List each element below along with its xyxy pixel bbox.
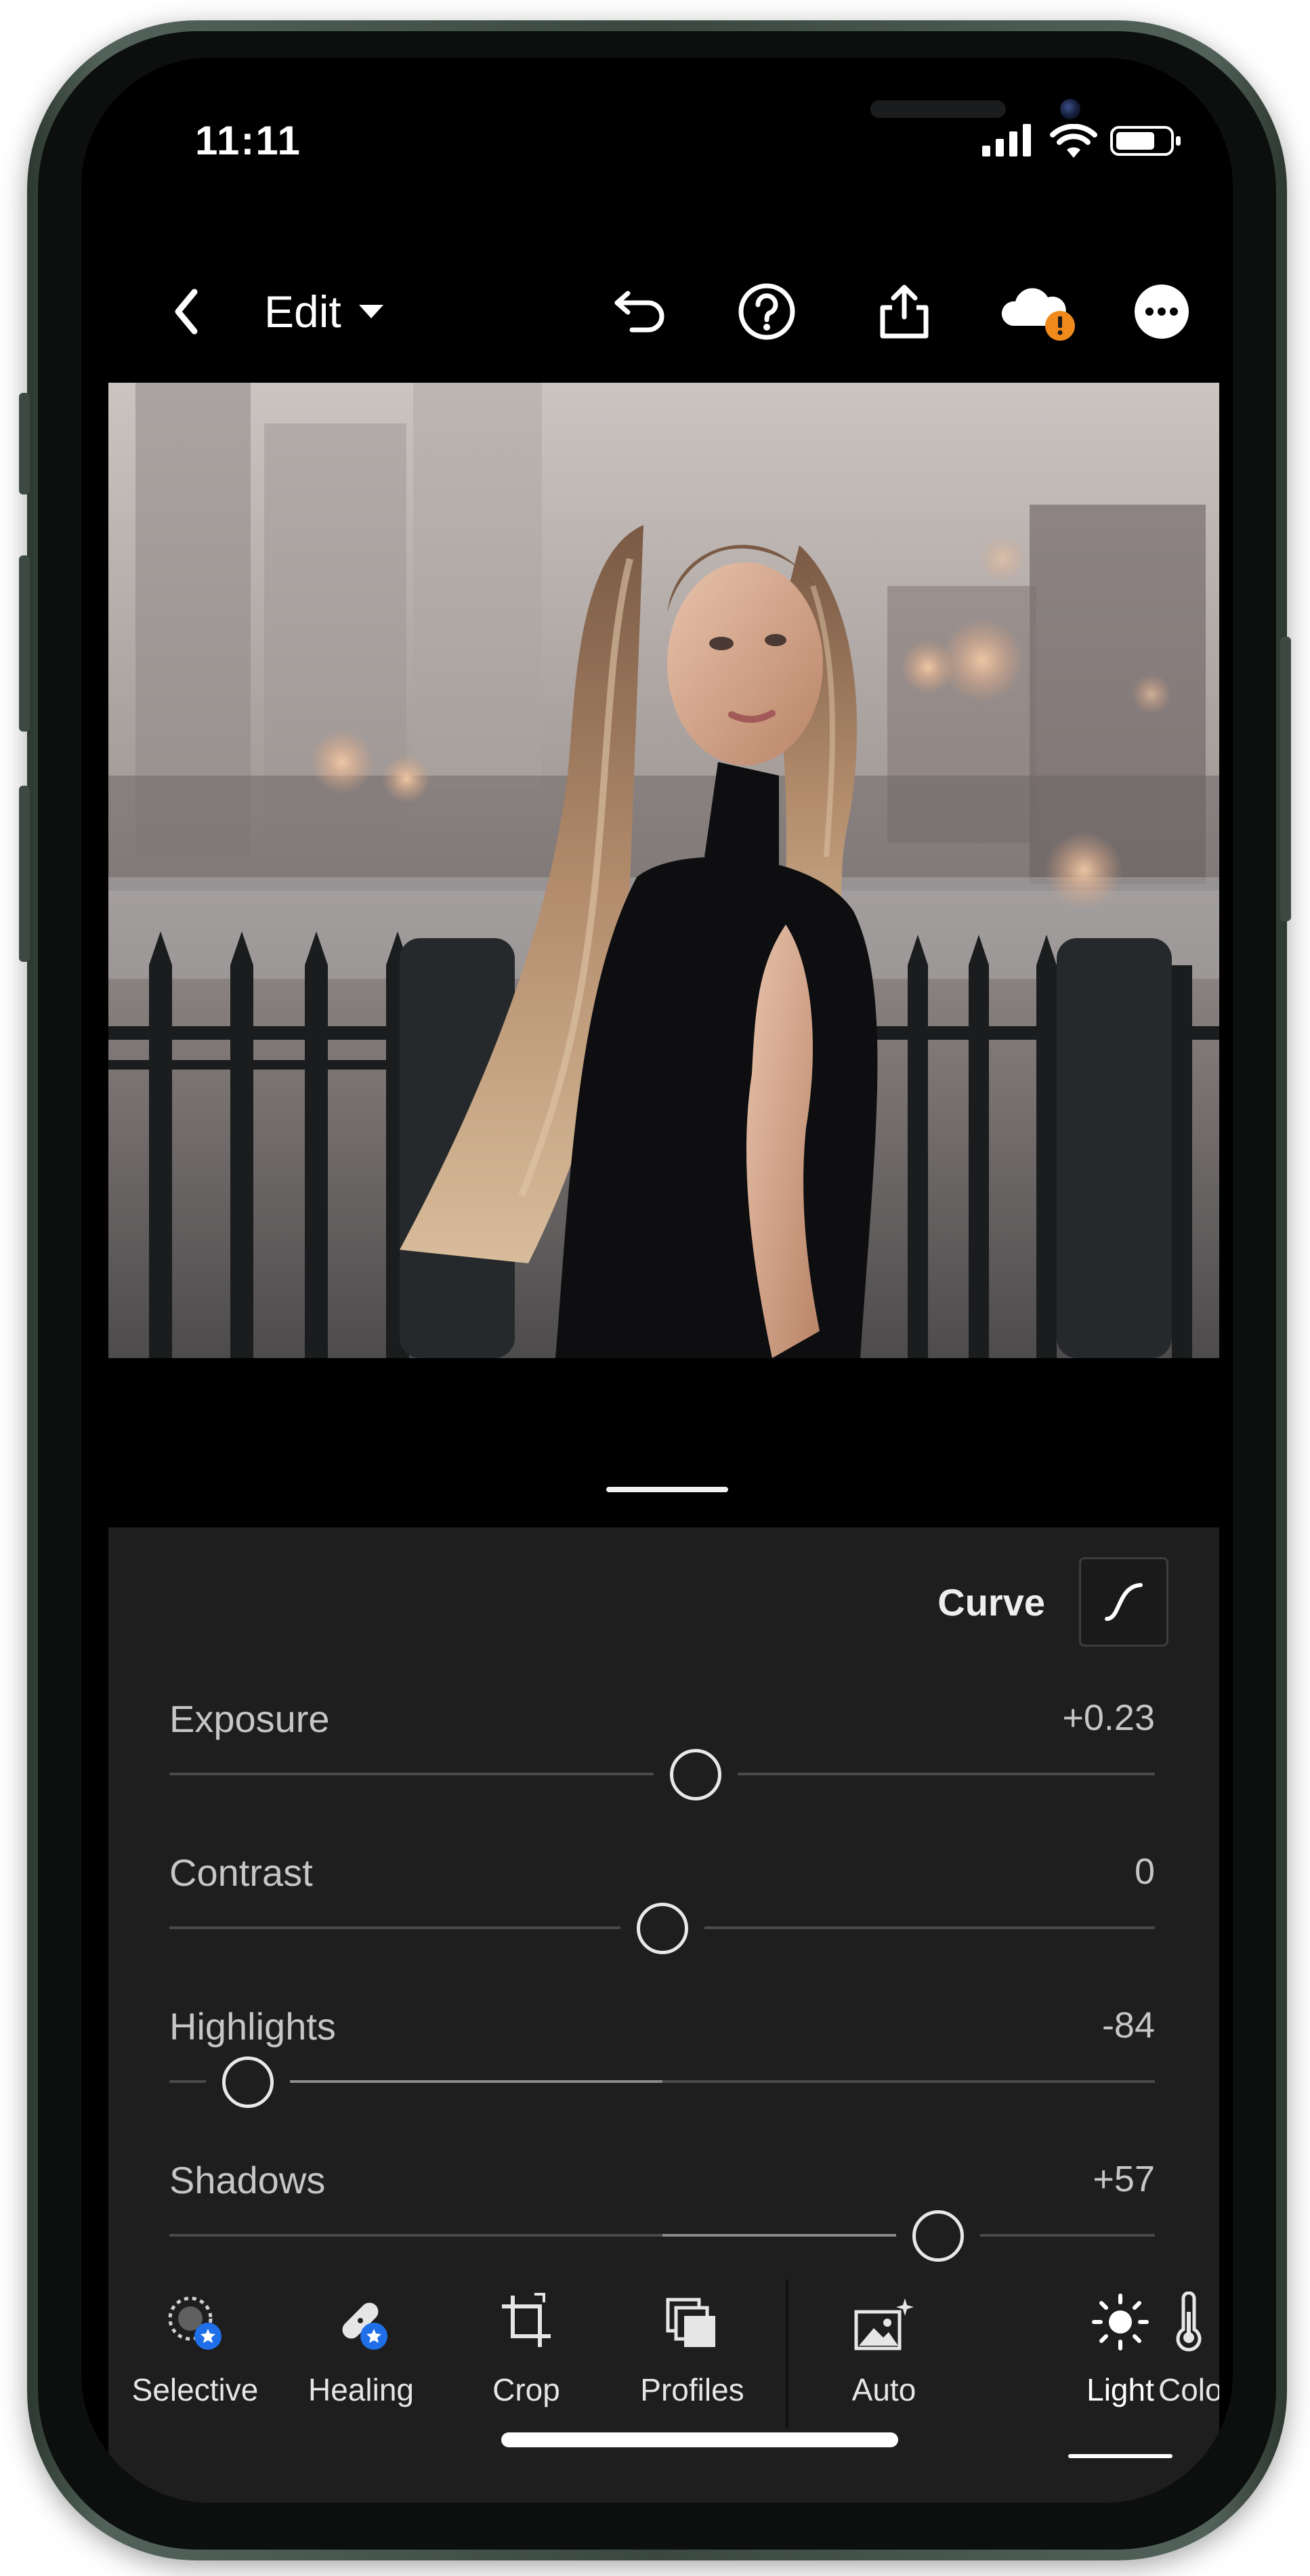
screen: 11:11 Edit Curve Exposure +0.23 Contrast… bbox=[81, 58, 1233, 2503]
contrast-slider[interactable]: Contrast 0 bbox=[169, 1851, 1155, 2000]
more-button[interactable] bbox=[1124, 281, 1199, 342]
selective-icon bbox=[168, 2296, 221, 2350]
portrait-photo bbox=[108, 383, 1219, 1358]
battery-icon bbox=[1110, 126, 1181, 156]
photo-preview[interactable] bbox=[108, 383, 1219, 1358]
nav-label: Auto bbox=[851, 2372, 916, 2407]
side-button-silent bbox=[19, 393, 30, 494]
nav-profiles[interactable]: Profiles bbox=[614, 2285, 770, 2420]
nav-label: Selective bbox=[131, 2372, 259, 2407]
edit-toolbar: Edit bbox=[81, 261, 1233, 356]
nav-selective[interactable]: Selective bbox=[117, 2285, 273, 2420]
help-icon bbox=[738, 283, 795, 340]
more-icon bbox=[1135, 284, 1189, 339]
more-tools-indicator bbox=[1211, 2450, 1217, 2455]
highlights-slider[interactable]: Highlights -84 bbox=[169, 2004, 1155, 2153]
undo-icon bbox=[614, 291, 664, 333]
contrast-value: 0 bbox=[1134, 1851, 1155, 1892]
curve-control: Curve bbox=[937, 1557, 1168, 1647]
speaker-grille bbox=[870, 100, 1006, 118]
auto-icon bbox=[854, 2298, 914, 2350]
side-button-volume-up bbox=[19, 555, 30, 732]
nav-crop[interactable]: Crop bbox=[448, 2285, 604, 2420]
exposure-label: Exposure bbox=[169, 1697, 330, 1740]
nav-healing[interactable]: Healing bbox=[283, 2285, 439, 2420]
curve-label: Curve bbox=[937, 1580, 1045, 1624]
light-icon bbox=[1092, 2294, 1149, 2350]
exposure-slider[interactable]: Exposure +0.23 bbox=[169, 1697, 1155, 1846]
nav-auto[interactable]: Auto bbox=[806, 2285, 962, 2420]
edit-label: Edit bbox=[264, 287, 341, 337]
side-button-volume-down bbox=[19, 786, 30, 962]
nav-label: Color bbox=[1158, 2372, 1219, 2407]
slider-thumb[interactable] bbox=[912, 2210, 964, 2262]
thermometer-icon bbox=[1176, 2292, 1202, 2352]
curve-button[interactable] bbox=[1079, 1557, 1168, 1647]
curve-icon bbox=[1105, 1583, 1143, 1621]
panel-grabber[interactable] bbox=[606, 1487, 728, 1492]
contrast-label: Contrast bbox=[169, 1851, 313, 1894]
exposure-value: +0.23 bbox=[1062, 1697, 1155, 1738]
edit-mode-dropdown[interactable]: Edit bbox=[264, 281, 420, 342]
highlights-value: -84 bbox=[1101, 2005, 1155, 2046]
notch bbox=[356, 58, 1080, 144]
slider-fill bbox=[248, 2080, 662, 2083]
home-indicator[interactable] bbox=[501, 2432, 898, 2447]
nav-color[interactable]: Color bbox=[1158, 2285, 1219, 2420]
slider-thumb[interactable] bbox=[670, 1749, 721, 1800]
chevron-left-icon bbox=[175, 289, 198, 335]
shadows-label: Shadows bbox=[169, 2159, 326, 2201]
back-button[interactable] bbox=[159, 281, 213, 342]
signal-icon bbox=[982, 124, 1031, 156]
healing-icon bbox=[342, 2302, 387, 2350]
wifi-icon bbox=[1050, 124, 1097, 158]
undo-button[interactable] bbox=[603, 281, 677, 342]
share-button[interactable] bbox=[867, 281, 942, 342]
status-time: 11:11 bbox=[195, 118, 301, 163]
cloud-warning-icon bbox=[1001, 288, 1075, 341]
slider-thumb[interactable] bbox=[637, 1903, 688, 1954]
nav-label: Healing bbox=[308, 2372, 414, 2407]
share-icon bbox=[880, 284, 929, 339]
bottom-tool-bar: Selective Healing Crop Profiles Auto Lig… bbox=[108, 2266, 1219, 2503]
slider-thumb[interactable] bbox=[222, 2056, 274, 2108]
shadows-value: +57 bbox=[1093, 2159, 1155, 2199]
nav-label: Crop bbox=[492, 2372, 560, 2407]
active-tab-indicator bbox=[1068, 2454, 1172, 2458]
help-button[interactable] bbox=[730, 281, 804, 342]
caret-down-icon bbox=[358, 305, 383, 318]
nav-divider bbox=[786, 2279, 788, 2428]
crop-icon bbox=[502, 2293, 551, 2347]
profiles-icon bbox=[666, 2298, 715, 2347]
nav-label: Profiles bbox=[640, 2372, 744, 2407]
side-button-power bbox=[1280, 637, 1291, 921]
highlights-label: Highlights bbox=[169, 2005, 336, 2048]
cloud-sync-button[interactable] bbox=[992, 281, 1087, 342]
front-camera bbox=[1060, 99, 1080, 119]
